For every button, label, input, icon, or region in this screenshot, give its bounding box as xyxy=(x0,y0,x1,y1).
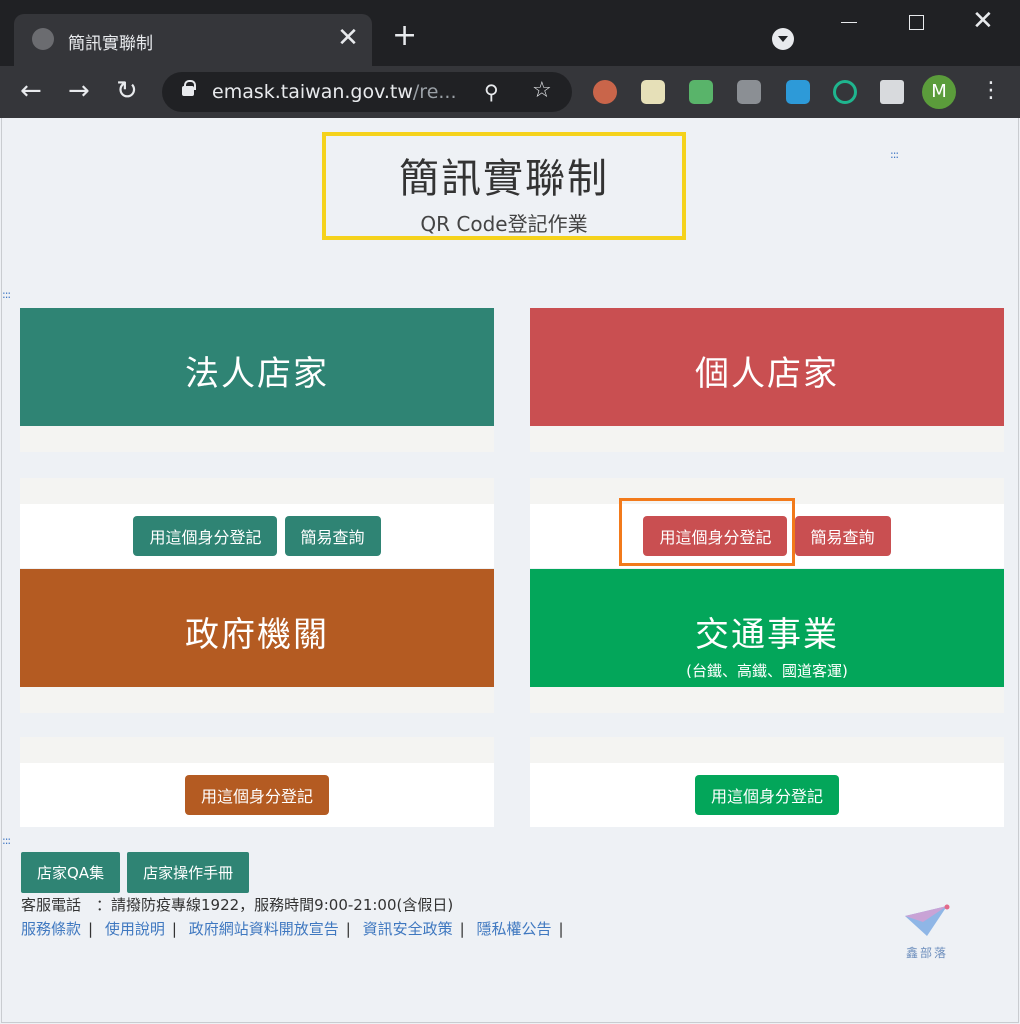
link-security-policy[interactable]: 資訊安全政策 xyxy=(363,920,453,938)
url-path: /re... xyxy=(412,81,457,103)
extensions-puzzle-icon[interactable] xyxy=(880,80,904,104)
url-host: emask.taiwan.gov.tw xyxy=(212,81,413,103)
card-spacer xyxy=(20,426,494,452)
forward-button[interactable]: → xyxy=(68,76,90,106)
site-header: 簡訊實聯制 QR Code登記作業 xyxy=(322,132,686,240)
profile-avatar[interactable]: M xyxy=(922,75,956,109)
card-title: 法人店家 xyxy=(185,354,329,394)
card-corporate-store: 法人店家 用這個身分登記 簡易查詢 xyxy=(20,308,494,568)
card-title: 交通事業 xyxy=(695,615,839,655)
card-note: (台鐵、高鐵、國道客運) xyxy=(686,662,848,680)
card-spacer xyxy=(530,426,1004,452)
tab-close-icon[interactable]: ✕ xyxy=(336,23,360,53)
new-tab-button[interactable]: + xyxy=(392,21,417,51)
card-title: 個人店家 xyxy=(695,354,839,394)
annotation-highlight-box xyxy=(619,498,795,566)
register-button[interactable]: 用這個身分登記 xyxy=(694,775,839,815)
link-privacy[interactable]: 隱私權公告 xyxy=(476,920,551,938)
extension-code-icon[interactable] xyxy=(737,80,761,104)
card-spacer xyxy=(530,737,1004,763)
card-transport-business: 交通事業 (台鐵、高鐵、國道客運) 用這個身分登記 xyxy=(530,569,1004,827)
card-spacer xyxy=(20,737,494,763)
paper-plane-icon xyxy=(905,904,950,936)
card-banner[interactable]: 政府機關 xyxy=(20,569,494,687)
back-button[interactable]: ← xyxy=(20,76,42,106)
drag-handle-icon: ::: xyxy=(890,148,899,161)
register-button[interactable]: 用這個身分登記 xyxy=(133,516,278,556)
zoom-icon[interactable]: ⚲ xyxy=(484,80,499,104)
watermark-logo: 鑫部落 xyxy=(900,904,954,961)
link-separator: | xyxy=(88,920,94,938)
register-button[interactable]: 用這個身分登記 xyxy=(184,775,329,815)
card-actions: 用這個身分登記 xyxy=(20,763,494,827)
globe-icon xyxy=(32,28,54,50)
card-banner[interactable]: 交通事業 (台鐵、高鐵、國道客運) xyxy=(530,569,1004,687)
browser-tab[interactable]: 簡訊實聯制 ✕ xyxy=(14,14,372,66)
bookmark-star-icon[interactable]: ☆ xyxy=(532,78,552,103)
qa-button[interactable]: 店家QA集 xyxy=(21,852,121,893)
browser-menu-icon[interactable]: ⋮ xyxy=(980,76,1002,106)
contact-info: 客服電話 ：請撥防疫專線1922，服務時間9:00-21:00(含假日) xyxy=(21,896,454,914)
drag-handle-icon: ::: xyxy=(2,288,11,301)
watermark-text: 鑫部落 xyxy=(905,946,948,960)
page-title: 簡訊實聯制 xyxy=(399,156,609,202)
lock-icon[interactable] xyxy=(182,80,196,96)
drag-handle-icon: ::: xyxy=(2,834,11,847)
minimize-icon[interactable] xyxy=(841,22,857,23)
page-content: 簡訊實聯制 QR Code登記作業 ::: ::: ::: 法人店家 用這個身分… xyxy=(1,118,1019,1023)
extension-mail-icon[interactable] xyxy=(689,80,713,104)
tab-search-icon[interactable] xyxy=(772,28,794,50)
card-spacer xyxy=(20,687,494,713)
card-actions: 用這個身分登記 簡易查詢 xyxy=(20,504,494,568)
page-subtitle: QR Code登記作業 xyxy=(420,212,588,236)
query-button[interactable]: 簡易查詢 xyxy=(284,516,381,556)
card-actions: 用這個身分登記 xyxy=(530,763,1004,827)
url-text[interactable]: emask.taiwan.gov.tw/re... xyxy=(212,81,457,103)
card-title: 政府機關 xyxy=(185,615,329,655)
footer-links: 服務條款 | 使用說明 | 政府網站資料開放宣告 | 資訊安全政策 | 隱私權公告 | xyxy=(21,918,571,939)
browser-tab-bar: 簡訊實聯制 ✕ + ✕ xyxy=(0,0,1020,66)
maximize-icon[interactable] xyxy=(909,15,924,30)
card-spacer xyxy=(530,687,1004,713)
query-button[interactable]: 簡易查詢 xyxy=(794,516,891,556)
window-close-icon[interactable]: ✕ xyxy=(972,6,994,36)
footer-buttons: 店家QA集 店家操作手冊 xyxy=(21,852,251,893)
link-instructions[interactable]: 使用說明 xyxy=(105,920,165,938)
extension-glasses-icon[interactable] xyxy=(593,80,617,104)
address-bar[interactable]: emask.taiwan.gov.tw/re... ⚲ ☆ xyxy=(162,72,572,112)
card-banner[interactable]: 法人店家 xyxy=(20,308,494,426)
card-spacer xyxy=(20,478,494,504)
link-separator: | xyxy=(558,920,564,938)
extension-power-icon[interactable] xyxy=(833,80,857,104)
link-separator: | xyxy=(171,920,177,938)
browser-toolbar: ← → ↻ emask.taiwan.gov.tw/re... ⚲ ☆ M ⋮ xyxy=(0,66,1020,118)
reload-button[interactable]: ↻ xyxy=(116,76,138,106)
extension-notes-icon[interactable] xyxy=(641,80,665,104)
link-terms[interactable]: 服務條款 xyxy=(21,920,81,938)
card-banner[interactable]: 個人店家 xyxy=(530,308,1004,426)
extension-share-icon[interactable] xyxy=(786,80,810,104)
manual-button[interactable]: 店家操作手冊 xyxy=(127,852,250,893)
link-separator: | xyxy=(345,920,351,938)
tab-title: 簡訊實聯制 xyxy=(68,34,153,54)
card-government-agency: 政府機關 用這個身分登記 xyxy=(20,569,494,827)
link-separator: | xyxy=(459,920,465,938)
link-open-data[interactable]: 政府網站資料開放宣告 xyxy=(189,920,339,938)
